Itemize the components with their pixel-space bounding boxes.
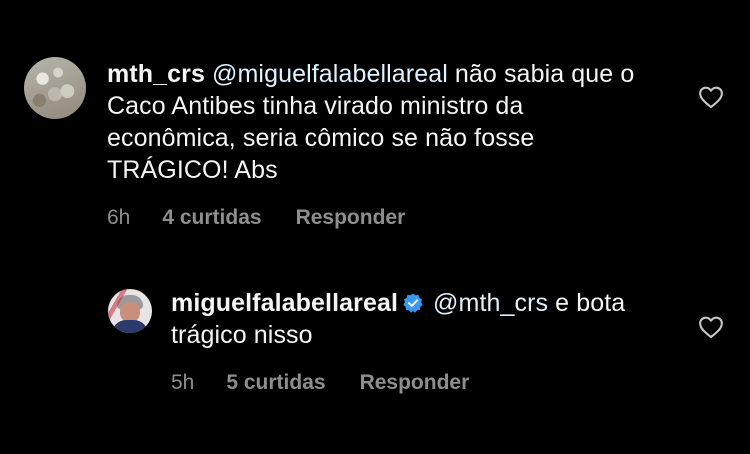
comment-content: mth_crs @miguelfalabellareal não sabia q… xyxy=(107,58,724,230)
comment-username[interactable]: mth_crs xyxy=(107,60,205,88)
verified-badge-icon xyxy=(403,293,423,313)
comment-time: 6h xyxy=(107,206,131,229)
heart-outline-icon[interactable] xyxy=(698,315,724,339)
user-avatar-mth-crs[interactable] xyxy=(24,57,86,119)
comment-likes-count[interactable]: 4 curtidas xyxy=(162,206,261,230)
comment-mention[interactable]: @miguelfalabellareal xyxy=(212,60,448,88)
comment-content: miguelfalabellareal @mth_crs e bota trág… xyxy=(171,287,724,395)
reply-button[interactable]: Responder xyxy=(296,206,406,230)
comment-likes-count[interactable]: 5 curtidas xyxy=(226,371,325,395)
user-avatar-miguelfalabellareal[interactable] xyxy=(108,289,152,333)
comment-meta: 5h 5 curtidas Responder xyxy=(171,371,644,395)
comment-text: mth_crs @miguelfalabellareal não sabia q… xyxy=(107,58,644,186)
reply-comment: miguelfalabellareal @mth_crs e bota trág… xyxy=(108,287,724,395)
comment-mention[interactable]: @mth_crs xyxy=(433,289,548,317)
comment-username[interactable]: miguelfalabellareal xyxy=(171,289,398,317)
heart-outline-icon[interactable] xyxy=(698,85,724,109)
comment-time: 5h xyxy=(171,371,195,394)
comment-text: miguelfalabellareal @mth_crs e bota trág… xyxy=(171,287,644,351)
comment: mth_crs @miguelfalabellareal não sabia q… xyxy=(24,57,724,230)
reply-button[interactable]: Responder xyxy=(360,371,470,395)
comment-meta: 6h 4 curtidas Responder xyxy=(107,206,644,230)
